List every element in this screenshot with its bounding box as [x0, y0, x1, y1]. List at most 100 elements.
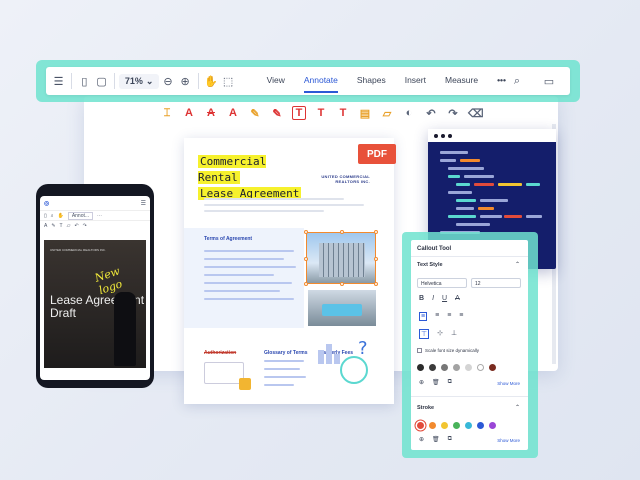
align-center-icon[interactable]: ≡ [435, 312, 439, 321]
undo-icon[interactable]: ↶ [424, 107, 438, 120]
search-icon[interactable]: ⌕ [51, 213, 54, 219]
pan-hand-icon[interactable]: ✋ [202, 70, 219, 92]
tab-insert[interactable]: Insert [405, 69, 426, 93]
menu-icon[interactable]: ☰ [50, 70, 67, 92]
align-right-icon[interactable]: ≡ [447, 312, 451, 321]
callout-icon[interactable]: ▱ [67, 223, 71, 229]
freehand-icon[interactable]: ✎ [248, 107, 262, 120]
undo-icon[interactable]: ↶ [74, 223, 78, 229]
resize-handle[interactable] [304, 230, 308, 234]
annotate-select[interactable]: Annot... [67, 211, 94, 220]
callout-icon[interactable]: ▱ [380, 107, 394, 120]
font-size-select[interactable]: 12 [471, 278, 521, 288]
tab-annotate[interactable]: Annotate [303, 69, 338, 93]
align-middle-icon[interactable]: ⊹ [437, 329, 443, 339]
more-icon[interactable]: ⋯ [97, 213, 102, 219]
color-swatch[interactable] [477, 422, 484, 429]
code-line [448, 215, 476, 218]
copy-icon[interactable]: ⧉ [448, 379, 452, 386]
redo-icon[interactable]: ↷ [446, 107, 460, 120]
zoom-out-icon[interactable]: ⊖ [159, 70, 176, 92]
text-replace-icon[interactable]: T [336, 107, 350, 119]
menu-icon[interactable]: ☰ [141, 200, 146, 207]
sidebar-icon[interactable]: ▯ [44, 213, 47, 219]
show-more-link[interactable]: Show More [497, 438, 520, 443]
sticky-note-icon[interactable]: ▤ [358, 107, 372, 120]
color-swatch[interactable] [477, 364, 484, 371]
copy-icon[interactable]: ⧉ [448, 436, 452, 443]
strikeout-text-icon[interactable]: A [204, 107, 218, 119]
question-annotation[interactable]: ? [358, 338, 368, 359]
resize-handle[interactable] [340, 230, 344, 234]
align-bottom-icon[interactable]: ⊥ [451, 329, 457, 339]
resize-handle[interactable] [304, 257, 308, 261]
add-color-icon[interactable]: ⊕ [419, 436, 424, 443]
squiggly-text-icon[interactable]: A [226, 107, 240, 119]
color-swatch[interactable] [453, 422, 460, 429]
color-swatch[interactable] [441, 364, 448, 371]
redo-icon[interactable]: ↷ [83, 223, 87, 229]
color-swatch[interactable] [453, 364, 460, 371]
circle-annotation[interactable] [340, 356, 368, 384]
highlight-text-icon[interactable]: ⌶ [160, 107, 174, 120]
comments-icon[interactable]: ▭ [538, 70, 560, 92]
free-text-icon[interactable]: T [292, 106, 306, 120]
building-photo[interactable] [304, 230, 378, 286]
tab-shapes[interactable]: Shapes [357, 69, 386, 93]
strikethrough-icon[interactable]: A [455, 295, 460, 302]
align-top-icon[interactable]: ⊤ [419, 329, 430, 339]
checkbox[interactable] [417, 348, 422, 353]
add-color-icon[interactable]: ⊕ [419, 379, 424, 386]
color-swatch[interactable] [489, 364, 496, 371]
color-palette-icon[interactable]: ◐ [402, 107, 416, 119]
scale-font-label: Scale font size dynamically [425, 348, 480, 353]
resize-handle[interactable] [374, 282, 378, 286]
pen-icon[interactable]: ✎ [51, 223, 55, 229]
italic-icon[interactable]: I [432, 295, 434, 302]
zoom-select[interactable]: 71% ⌄ [118, 73, 160, 89]
resize-handle[interactable] [340, 282, 344, 286]
free-text-icon[interactable]: T [60, 223, 63, 229]
color-swatch[interactable] [489, 422, 496, 429]
delete-icon[interactable]: 🗑 [432, 436, 440, 443]
resize-handle[interactable] [374, 257, 378, 261]
pen-icon[interactable]: ✎ [270, 107, 284, 120]
underline-text-icon[interactable]: A [44, 223, 47, 229]
code-line [526, 215, 542, 218]
underline-text-icon[interactable]: A [182, 107, 196, 119]
color-swatch[interactable] [429, 422, 436, 429]
underline-icon[interactable]: U [442, 295, 447, 302]
align-left-icon[interactable]: ≡ [419, 312, 428, 321]
resize-handle[interactable] [304, 282, 308, 286]
more-tabs-button[interactable]: ••• [497, 69, 506, 93]
color-swatch[interactable] [429, 364, 436, 371]
color-swatch[interactable] [417, 364, 424, 371]
tab-view[interactable]: View [267, 69, 285, 93]
delete-icon[interactable]: 🗑 [432, 379, 440, 386]
chevron-up-icon[interactable]: ⌃ [515, 261, 520, 268]
font-family-select[interactable]: Helvetica [417, 278, 467, 288]
scale-font-option[interactable]: Scale font size dynamically [417, 348, 479, 353]
bold-icon[interactable]: B [419, 295, 424, 302]
marquee-select-icon[interactable]: ⬚ [219, 70, 236, 92]
zoom-in-icon[interactable]: ⊕ [177, 70, 194, 92]
signature-field[interactable] [204, 362, 244, 384]
pan-hand-icon[interactable]: ✋ [58, 213, 64, 219]
resize-handle[interactable] [374, 230, 378, 234]
code-line [456, 199, 476, 202]
color-swatch-selected[interactable] [417, 422, 424, 429]
eraser-icon[interactable]: ⌫ [468, 107, 484, 120]
color-swatch[interactable] [441, 422, 448, 429]
align-justify-icon[interactable]: ≡ [459, 312, 463, 321]
sidebar-icon[interactable]: ▯ [76, 70, 93, 92]
tab-measure[interactable]: Measure [445, 69, 478, 93]
file-icon[interactable]: ▢ [93, 70, 110, 92]
show-more-link[interactable]: Show More [497, 381, 520, 386]
search-icon[interactable]: ⌕ [506, 70, 528, 92]
text-insert-icon[interactable]: T [314, 107, 328, 119]
color-swatch[interactable] [465, 422, 472, 429]
page-title: Commercial Rental Lease Agreement [198, 154, 308, 202]
phone-device: ◎ ☰ ▯ ⌕ ✋ Annot... ⋯ A ✎ T ▱ ↶ ↷ UNITED … [36, 184, 154, 388]
chevron-up-icon[interactable]: ⌃ [515, 404, 520, 411]
color-swatch[interactable] [465, 364, 472, 371]
